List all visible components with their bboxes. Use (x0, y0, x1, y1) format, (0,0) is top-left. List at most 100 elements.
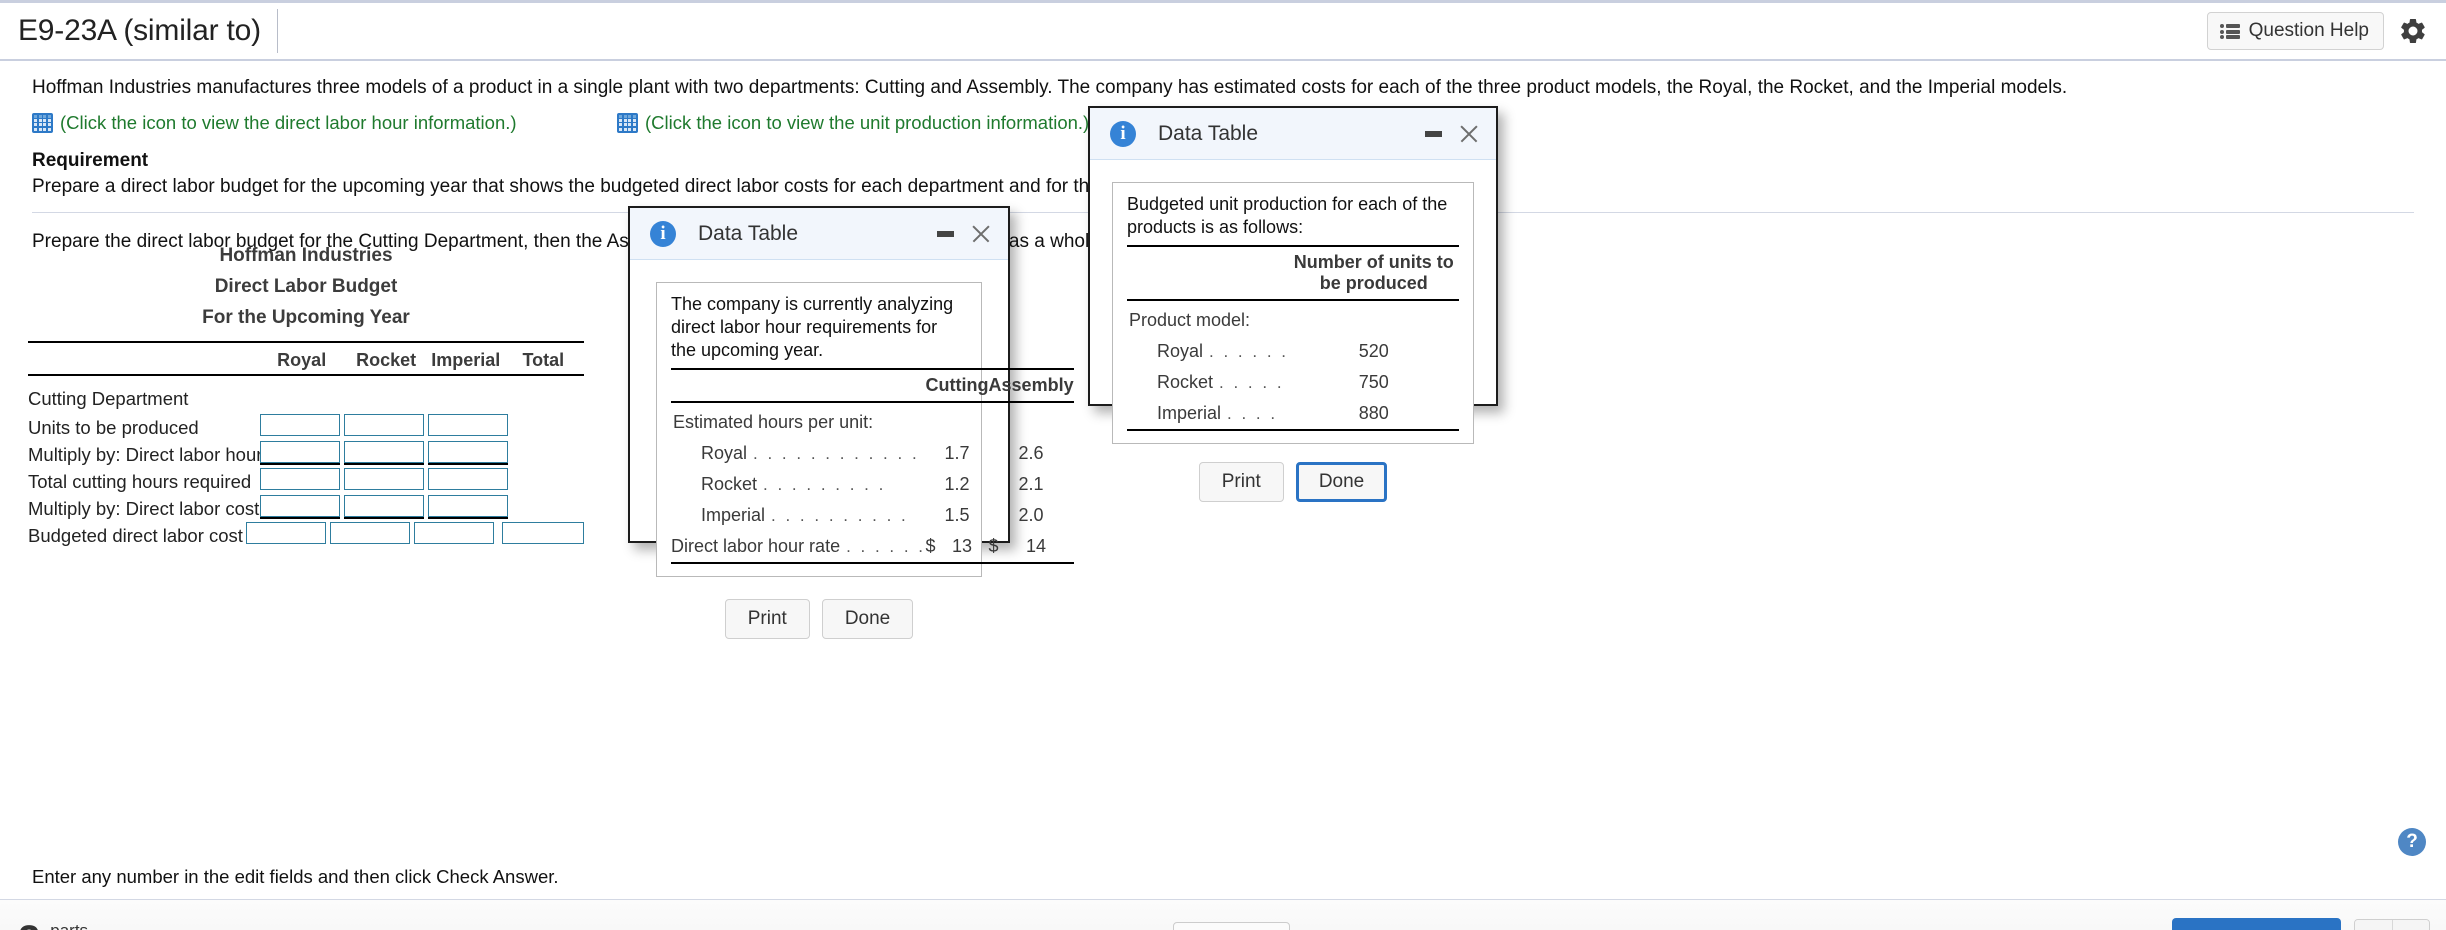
input-rate-rocket[interactable] (344, 495, 424, 517)
input-units-imperial[interactable] (428, 414, 508, 436)
parts-remaining-label: parts remaining (50, 921, 125, 930)
input-wrap-hours-royal (260, 441, 340, 465)
done-button[interactable]: Done (1295, 462, 1388, 503)
dialog-footer: Print Done (1090, 444, 1496, 520)
dialog-title: Data Table (1158, 121, 1259, 145)
input-hours-imperial[interactable] (428, 441, 508, 463)
input-cost-total[interactable] (502, 522, 584, 544)
cell-rocket-cutting: 1.2 (944, 474, 970, 495)
row-label-total-cutting-hours: Total cutting hours required (28, 471, 252, 492)
question-help-button[interactable]: Question Help (2206, 12, 2384, 50)
row-label-imperial: Imperial. . . . . . . . . . (701, 505, 909, 526)
link-direct-labor-hours[interactable]: (Click the icon to view the direct labor… (32, 112, 617, 134)
worksheet-title-company: Hoffman Industries (219, 245, 393, 266)
input-wrap-hours-imperial (428, 441, 508, 465)
info-icon: i (650, 220, 676, 247)
clear-all-button[interactable]: Clear All (1173, 922, 1290, 930)
input-rate-imperial[interactable] (428, 495, 508, 517)
close-icon[interactable] (1458, 123, 1480, 145)
top-bar-actions: Question Help (2206, 12, 2446, 50)
section-label-estimated-hours: Estimated hours per unit: (671, 401, 926, 439)
nav-button-group: ◀ ▶ (2354, 918, 2430, 930)
footer-bar: 2 parts remaining Clear All Check Answer… (0, 900, 2446, 930)
section-label-row: Product model: (1127, 299, 1459, 337)
cell-rate-assembly: $14 (988, 536, 1047, 557)
labor-hours-panel: The company is currently analyzing direc… (656, 282, 1074, 578)
table-row: Royal. . . . . . . . . . . . 1.7 2.6 (671, 438, 1074, 469)
minimize-icon[interactable] (937, 230, 954, 237)
header-assembly: Assembly (988, 375, 1074, 396)
top-bar: E9-23A (similar to) Question Help (0, 0, 2446, 61)
data-table-dialog-unit-production: i Data Table Budgeted unit production fo… (1088, 106, 1498, 503)
table-row: Units to be produced (28, 414, 584, 441)
link-unit-production[interactable]: (Click the icon to view the unit product… (617, 112, 1089, 134)
check-answer-button[interactable]: Check Answer (2171, 918, 2341, 930)
header-units-to-be-produced: Number of units to be produced (1293, 252, 1454, 294)
subtotal-rule (344, 517, 424, 519)
row-label-dl-hours-per-unit: Multiply by: Direct labor hours per unit (28, 444, 339, 465)
input-total-hours-rocket[interactable] (344, 468, 424, 490)
previous-button[interactable]: ◀ (2355, 919, 2392, 930)
next-button[interactable]: ▶ (2392, 919, 2429, 930)
row-label-rocket: Rocket. . . . . . . . . (701, 474, 886, 495)
table-row-rate: Direct labor hour rate. . . . . . $13 $1… (671, 531, 1074, 564)
row-label-royal: Royal. . . . . . (1157, 341, 1289, 362)
link-direct-labor-hours-label: (Click the icon to view the direct labor… (60, 111, 517, 133)
parts-remaining: 2 parts remaining (0, 920, 267, 930)
input-units-royal[interactable] (260, 414, 340, 436)
exercise-page: E9-23A (similar to) Question Help Hoffma… (0, 0, 2446, 930)
done-button[interactable]: Done (821, 599, 914, 640)
print-button[interactable]: Print (724, 599, 810, 640)
dialog-controls (1425, 123, 1480, 145)
input-rate-royal[interactable] (260, 495, 340, 517)
input-hours-royal[interactable] (260, 441, 340, 463)
input-wrap-rate-rocket (344, 495, 424, 519)
input-total-hours-royal[interactable] (260, 468, 340, 490)
print-button[interactable]: Print (1198, 462, 1284, 503)
header-cutting: Cutting (925, 375, 989, 396)
labor-hours-lead: The company is currently analyzing direc… (671, 294, 954, 361)
column-header-imperial: Imperial (431, 350, 501, 370)
row-label-dl-hour-rate: Direct labor hour rate. . . . . . (671, 536, 926, 557)
dialog-header[interactable]: i Data Table (1090, 108, 1496, 160)
grid-table-icon (32, 112, 53, 133)
footer-actions: Check Answer ◀ ▶ (2171, 918, 2430, 930)
close-icon[interactable] (970, 223, 992, 245)
minimize-icon[interactable] (1425, 130, 1442, 137)
unit-production-panel: Budgeted unit production for each of the… (1112, 182, 1474, 445)
subtotal-rule (344, 463, 424, 465)
row-label-dl-cost-per-hour: Multiply by: Direct labor cost per hour (28, 498, 334, 519)
input-units-rocket[interactable] (344, 414, 424, 436)
subtotal-rule (428, 517, 508, 519)
input-total-hours-imperial[interactable] (428, 468, 508, 490)
subtotal-rule (428, 463, 508, 465)
dialog-title: Data Table (698, 221, 799, 245)
column-header-total: Total (522, 350, 565, 370)
direct-labor-budget-worksheet: Hoffman Industries Direct Labor Budget F… (28, 245, 584, 549)
cell-rocket-assembly: 2.1 (1018, 474, 1044, 495)
row-label-cutting-department: Cutting Department (28, 388, 189, 409)
column-header-royal: Royal (277, 350, 327, 370)
column-header-rocket: Rocket (356, 350, 417, 370)
table-row: Royal. . . . . . 520 (1127, 336, 1459, 367)
row-label-royal: Royal. . . . . . . . . . . . (701, 443, 920, 464)
input-cost-imperial[interactable] (414, 522, 494, 544)
input-wrap-rate-royal (260, 495, 340, 519)
help-icon[interactable]: ? (2398, 828, 2426, 856)
table-row: Rocket. . . . . 750 (1127, 367, 1459, 398)
cell-royal-units: 520 (1358, 341, 1389, 362)
unit-production-table: Number of units to be produced Product m… (1127, 245, 1459, 431)
table-row: Cutting Department (28, 385, 584, 414)
input-hours-rocket[interactable] (344, 441, 424, 463)
gear-icon[interactable] (2398, 16, 2428, 46)
cell-rocket-units: 750 (1358, 372, 1389, 393)
cell-imperial-assembly: 2.0 (1018, 505, 1044, 526)
footer-note: Enter any number in the edit fields and … (32, 866, 559, 887)
table-row: Rocket. . . . . . . . . 1.2 2.1 (671, 469, 1074, 500)
table-row: Budgeted direct labor cost (28, 522, 584, 549)
table-row: Multiply by: Direct labor cost per hour (28, 495, 584, 522)
dialog-header[interactable]: i Data Table (630, 208, 1008, 260)
input-cost-rocket[interactable] (330, 522, 410, 544)
input-wrap-rate-imperial (428, 495, 508, 519)
input-cost-royal[interactable] (246, 522, 326, 544)
